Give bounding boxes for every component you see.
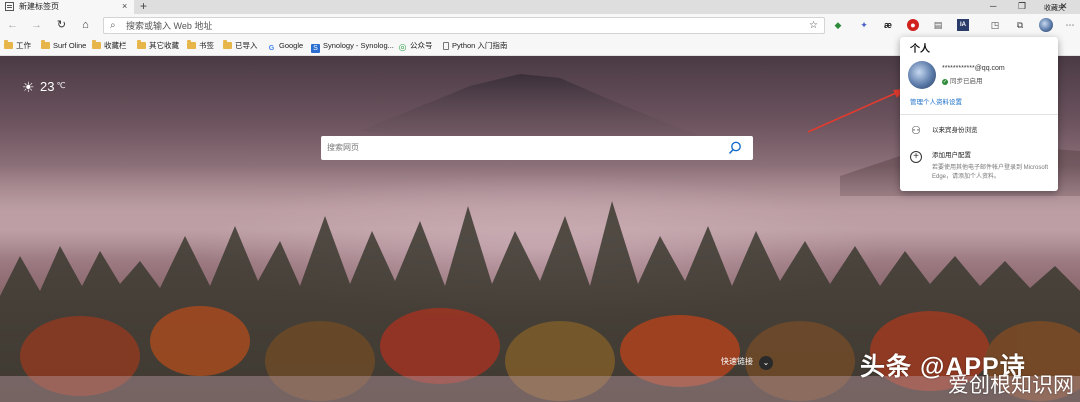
refresh-icon[interactable]: ↻: [54, 18, 69, 33]
ia-icon[interactable]: IA: [957, 19, 969, 31]
divider: [900, 114, 1058, 115]
profile-email: ************@qq.com: [942, 65, 1005, 72]
window-icon[interactable]: ◳: [989, 19, 1001, 31]
folder-icon: [137, 40, 146, 49]
favorite-star-icon[interactable]: ☆: [809, 19, 818, 33]
bookmark-folder-surf[interactable]: Surf Oline: [41, 40, 86, 52]
document-icon: [443, 42, 449, 50]
chevron-down-icon: ⌄: [759, 356, 773, 370]
bookmark-python-guide[interactable]: Python 入门指南: [443, 40, 507, 52]
bookmark-synology[interactable]: S Synology - Synolog...: [311, 40, 394, 53]
new-tab-icon: [5, 2, 14, 11]
quick-links-toggle[interactable]: 快速链接 ⌄: [721, 355, 773, 370]
search-icon[interactable]: [727, 140, 743, 156]
google-icon: G: [268, 45, 275, 52]
bookmark-folder-imported[interactable]: 已导入: [223, 40, 258, 52]
profile-flyout: 个人 ************@qq.com ✓ 同步已启用 管理个人资料设置 ⚇…: [900, 37, 1058, 191]
bookmark-folder-other[interactable]: 其它收藏: [137, 40, 179, 52]
add-profile-description: 若要使用其他电子邮件帐户登录到 Microsoft Edge，请添加个人资料。: [932, 165, 1049, 180]
folder-icon: [4, 40, 13, 49]
tab-strip: 新建标签页 × + ─ ❐ ✕: [0, 0, 1080, 14]
quick-links-label: 快速链接: [721, 357, 753, 366]
bookmark-folder-favorites[interactable]: 收藏栏: [92, 40, 127, 52]
tab-new-tab[interactable]: 新建标签页 ×: [0, 0, 134, 14]
bookmark-wechat[interactable]: ◎ 公众号: [398, 40, 433, 52]
weather-widget[interactable]: ☀ 23 ℃: [22, 78, 65, 95]
new-tab-button[interactable]: +: [140, 0, 147, 13]
forward-icon[interactable]: →: [29, 18, 44, 33]
search-icon: ⌕: [110, 20, 116, 31]
tab-close-icon[interactable]: ×: [122, 0, 127, 13]
guest-person-icon: ⚇: [911, 125, 921, 137]
sun-icon: ☀: [22, 79, 35, 95]
home-icon[interactable]: ⌂: [78, 18, 93, 33]
collections-icon[interactable]: ⧉: [1014, 19, 1026, 31]
more-menu-icon[interactable]: ⋯: [1064, 19, 1076, 31]
bookmark-folder-work[interactable]: 工作: [4, 40, 31, 52]
maximize-icon[interactable]: ❐: [1018, 0, 1026, 13]
red-circle-icon[interactable]: ●: [907, 19, 919, 31]
reader-icon[interactable]: ▤: [932, 19, 944, 31]
manage-profile-link[interactable]: 管理个人资料设置: [910, 98, 962, 108]
profile-avatar-button[interactable]: [1039, 18, 1053, 32]
temperature-unit: ℃: [56, 81, 66, 90]
address-input[interactable]: 搜索或输入 Web 地址: [126, 19, 212, 33]
profile-title: 个人: [910, 44, 930, 55]
watermark-line2: 爱创根知识网: [948, 374, 1074, 397]
temperature-value: 23: [40, 79, 55, 94]
add-profile-button[interactable]: 添加用户配置: [932, 151, 971, 161]
check-icon: ✓: [942, 79, 948, 85]
avatar: [908, 61, 936, 89]
minimize-icon[interactable]: ─: [990, 0, 996, 13]
butterfly-icon[interactable]: ✦: [858, 19, 870, 31]
bookmark-folder-bookmarks[interactable]: 书签: [187, 40, 214, 52]
synology-icon: S: [311, 44, 320, 53]
back-icon[interactable]: ←: [5, 18, 20, 33]
bookmark-folder-right[interactable]: 收藏夹: [1044, 3, 1065, 15]
browse-as-guest-button[interactable]: 以来宾身份浏览: [932, 126, 978, 136]
folder-icon: [223, 40, 232, 49]
navigation-bar: ← → ↻ ⌂ ⌕ 搜索或输入 Web 地址 ☆ ◆ ✦ æ ● ▤ IA ◳ …: [0, 14, 1080, 37]
green-leaf-icon[interactable]: ◆: [832, 19, 844, 31]
sync-status: ✓ 同步已启用: [942, 78, 983, 85]
folder-icon: [92, 40, 101, 49]
search-input[interactable]: 搜索网页: [327, 136, 359, 160]
wechat-icon: ◎: [398, 42, 407, 52]
address-bar[interactable]: ⌕ 搜索或输入 Web 地址 ☆: [103, 17, 825, 34]
folder-icon: [41, 40, 50, 49]
web-search-box[interactable]: 搜索网页: [321, 136, 753, 160]
folder-icon: [187, 40, 196, 49]
ae-icon[interactable]: æ: [882, 19, 894, 31]
bookmark-google[interactable]: G Google: [267, 40, 303, 52]
add-icon: +: [910, 151, 922, 163]
tab-title: 新建标签页: [19, 2, 59, 11]
